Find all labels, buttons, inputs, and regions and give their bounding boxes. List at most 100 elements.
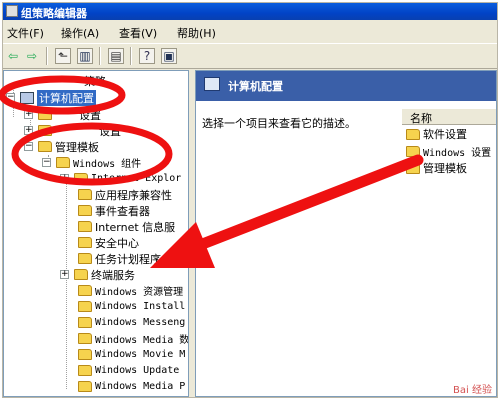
tree-item-windows-explorer[interactable]: Windows 资源管理 xyxy=(78,283,183,298)
tree-pane: 策略 − 计算机配置 + 设置 + 设置 − 管理模板 − Windows 组件… xyxy=(3,70,189,397)
expand-icon[interactable]: + xyxy=(24,126,33,135)
tree-root-label: 策略 xyxy=(84,74,106,88)
tree-item-windows-settings[interactable]: + 设置 xyxy=(24,123,121,138)
column-header-label: 名称 xyxy=(410,112,432,125)
tree-item-admin-templates[interactable]: − 管理模板 xyxy=(24,139,99,154)
details-pane: 计算机配置 选择一个项目来查看它的描述。 名称 软件设置 Windows 设置 … xyxy=(195,70,497,397)
tree-root-policy[interactable]: 策略 xyxy=(24,73,106,88)
folder-icon xyxy=(78,317,92,328)
collapse-icon[interactable]: − xyxy=(24,142,33,151)
tree-item-label: 终端服务 xyxy=(91,268,135,282)
help-icon[interactable]: ? xyxy=(139,48,155,64)
folder-icon xyxy=(74,173,88,184)
folder-icon xyxy=(78,381,92,392)
computer-icon xyxy=(20,91,34,104)
toolbar: ⇦ ⇨ ⬑ ▥ ▤ ? ▣ xyxy=(3,43,497,69)
computer-icon xyxy=(204,77,220,91)
tree-item-windows-installer[interactable]: Windows Install xyxy=(78,299,185,314)
folder-icon xyxy=(406,162,420,174)
gpedit-window: 组策略编辑器 文件(F) 操作(A) 查看(V) 帮助(H) ⇦ ⇨ ⬑ ▥ ▤… xyxy=(2,2,498,398)
list-item-label: 管理模板 xyxy=(423,162,467,175)
screenshot-frame: 组策略编辑器 文件(F) 操作(A) 查看(V) 帮助(H) ⇦ ⇨ ⬑ ▥ ▤… xyxy=(0,0,500,400)
tree-item-label: 计算机配置 xyxy=(37,89,96,106)
tree-item-label: 管理模板 xyxy=(55,140,99,154)
expand-icon[interactable]: + xyxy=(60,270,69,279)
expand-icon[interactable]: + xyxy=(60,174,69,183)
forward-icon[interactable]: ⇨ xyxy=(24,48,40,64)
toolbar-separator xyxy=(99,47,101,65)
watermark: Bai 经验 xyxy=(453,385,492,396)
folder-icon xyxy=(74,269,88,280)
list-item-admin-templates[interactable]: 管理模板 xyxy=(406,160,467,176)
expand-icon[interactable]: + xyxy=(24,110,33,119)
tree-item-ie[interactable]: + Internet Explor xyxy=(60,171,181,186)
tree-item-label: 应用程序兼容性 xyxy=(95,188,172,202)
toolbar-separator xyxy=(130,47,132,65)
tree-item-label: 事件查看器 xyxy=(95,204,150,218)
folder-icon xyxy=(406,145,420,157)
tree-item-windows-update[interactable]: Windows Update xyxy=(78,363,179,378)
folder-icon xyxy=(78,333,92,344)
tree-item-label: Windows Messeng xyxy=(95,317,186,328)
tree-item-event-viewer[interactable]: 事件查看器 xyxy=(78,203,150,218)
export-icon[interactable]: ▤ xyxy=(108,48,124,64)
tree-item-iis[interactable]: Internet 信息服 xyxy=(78,219,175,234)
folder-icon xyxy=(78,285,92,296)
tree-item-label: Windows Media 数 xyxy=(95,335,189,346)
tree-item-label: 设置 xyxy=(79,108,101,122)
show-hide-tree-icon[interactable]: ▥ xyxy=(77,48,93,64)
tree-item-task-scheduler[interactable]: 任务计划程序 xyxy=(78,251,161,266)
collapse-icon[interactable]: − xyxy=(6,93,15,102)
toolbar-separator xyxy=(46,47,48,65)
folder-icon xyxy=(38,109,52,120)
folder-icon xyxy=(78,365,92,376)
list-item-windows-settings[interactable]: Windows 设置 xyxy=(406,143,491,159)
menu-bar: 文件(F) 操作(A) 查看(V) 帮助(H) xyxy=(3,22,497,42)
folder-icon xyxy=(38,141,52,152)
tree-item-windows-messenger[interactable]: Windows Messeng xyxy=(78,315,185,330)
up-icon[interactable]: ⬑ xyxy=(55,48,71,64)
folder-icon xyxy=(78,237,92,248)
properties-icon[interactable]: ▣ xyxy=(161,48,177,64)
folder-icon xyxy=(56,157,70,168)
tree-item-computer-config[interactable]: − 计算机配置 xyxy=(6,89,96,106)
folder-icon xyxy=(78,301,92,312)
tree-item-windows-components[interactable]: − Windows 组件 xyxy=(42,155,141,170)
back-icon[interactable]: ⇦ xyxy=(5,48,21,64)
tree-item-terminal-services[interactable]: + 终端服务 xyxy=(60,267,135,282)
tree-item-label: Internet 信息服 xyxy=(95,220,176,234)
list-item-label: 软件设置 xyxy=(423,128,467,141)
tree-item-label: Windows Movie M xyxy=(95,349,186,360)
collapse-icon[interactable]: − xyxy=(42,158,51,167)
folder-icon xyxy=(78,349,92,360)
column-header-name[interactable]: 名称 xyxy=(402,109,496,125)
tree-item-label: Windows Update xyxy=(95,365,180,376)
description-text: 选择一个项目来查看它的描述。 xyxy=(202,117,356,130)
menu-file[interactable]: 文件(F) xyxy=(7,25,44,41)
menu-help[interactable]: 帮助(H) xyxy=(177,25,216,41)
item-list: 名称 软件设置 Windows 设置 管理模板 xyxy=(402,109,496,209)
list-item-software-settings[interactable]: 软件设置 xyxy=(406,126,467,142)
tree-item-label: 任务计划程序 xyxy=(95,252,161,266)
tree-item-software-settings[interactable]: + 设置 xyxy=(24,107,101,122)
tree-item-label: Windows 资源管理 xyxy=(95,287,184,298)
folder-icon xyxy=(38,125,52,136)
tree-item-windows-media-drm[interactable]: Windows Media 数 xyxy=(78,331,189,346)
folder-icon xyxy=(406,128,420,140)
tree-item-security-center[interactable]: 安全中心 xyxy=(78,235,139,250)
tree-item-label: Windows Install xyxy=(95,301,186,312)
tree-item-label: 设置 xyxy=(99,124,121,138)
window-title: 组策略编辑器 xyxy=(21,7,87,20)
tree-item-windows-media-player[interactable]: Windows Media P xyxy=(78,379,185,394)
tree-item-label: Internet Explor xyxy=(91,173,182,184)
menu-action[interactable]: 操作(A) xyxy=(61,25,99,41)
tree-item-app-compat[interactable]: 应用程序兼容性 xyxy=(78,187,172,202)
menu-view[interactable]: 查看(V) xyxy=(119,25,157,41)
title-bar: 组策略编辑器 xyxy=(3,3,497,20)
tree-item-windows-movie-maker[interactable]: Windows Movie M xyxy=(78,347,185,362)
app-icon xyxy=(6,5,18,17)
tree-item-label: 安全中心 xyxy=(95,236,139,250)
details-header-title: 计算机配置 xyxy=(228,80,283,93)
folder-icon xyxy=(78,221,92,232)
folder-icon xyxy=(78,189,92,200)
